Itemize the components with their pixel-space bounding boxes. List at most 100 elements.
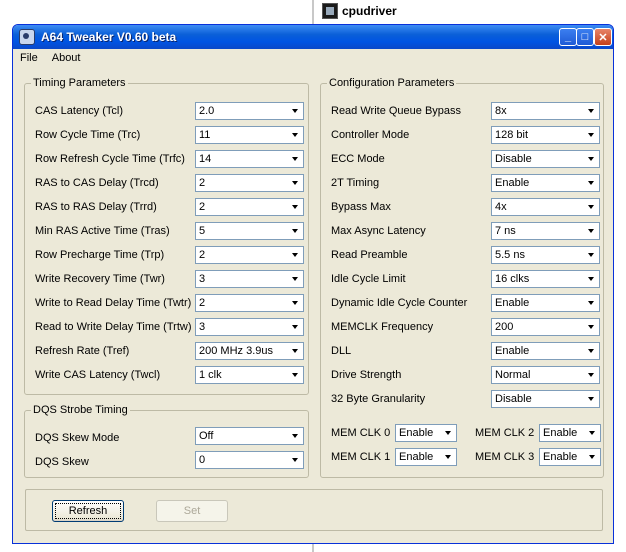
config-row-label: Read Preamble xyxy=(331,249,408,261)
timing-row-label: Row Cycle Time (Trc) xyxy=(35,129,141,141)
menu-file[interactable]: File xyxy=(13,52,45,64)
chevron-down-icon[interactable] xyxy=(584,320,598,334)
chevron-down-icon[interactable] xyxy=(584,344,598,358)
maximize-button[interactable]: □ xyxy=(576,28,594,46)
set-button[interactable]: Set xyxy=(156,500,228,522)
timing-select[interactable]: 3 xyxy=(195,270,304,288)
config-select[interactable]: 7 ns xyxy=(491,222,600,240)
timing-select[interactable]: 2 xyxy=(195,294,304,312)
config-select[interactable]: Disable xyxy=(491,390,600,408)
chevron-down-icon[interactable] xyxy=(584,152,598,166)
chevron-down-icon[interactable] xyxy=(288,429,302,443)
title-bar[interactable]: A64 Tweaker V0.60 beta _ □ ✕ xyxy=(13,25,613,49)
dqs-row-label: DQS Skew Mode xyxy=(35,432,120,444)
timing-row-label: Row Precharge Time (Trp) xyxy=(35,249,165,261)
config-row-label: Controller Mode xyxy=(331,129,410,141)
timing-row-label: Row Refresh Cycle Time (Trfc) xyxy=(35,153,185,165)
timing-select[interactable]: 200 MHz 3.9us xyxy=(195,342,304,360)
chevron-down-icon[interactable] xyxy=(288,344,302,358)
config-select[interactable]: 200 xyxy=(491,318,600,336)
chevron-down-icon[interactable] xyxy=(584,104,598,118)
config-row-label: Bypass Max xyxy=(331,201,391,213)
chevron-down-icon[interactable] xyxy=(584,176,598,190)
memclk-select[interactable]: Enable xyxy=(395,424,457,442)
chevron-down-icon[interactable] xyxy=(288,272,302,286)
config-select[interactable]: 4x xyxy=(491,198,600,216)
config-select[interactable]: Enable xyxy=(491,174,600,192)
chevron-down-icon[interactable] xyxy=(585,450,599,464)
timing-select[interactable]: 2 xyxy=(195,198,304,216)
memclk-select[interactable]: Enable xyxy=(395,448,457,466)
config-select[interactable]: 8x xyxy=(491,102,600,120)
memclk-label: MEM CLK 2 xyxy=(475,427,535,439)
config-select-value: 200 xyxy=(495,321,514,333)
config-select[interactable]: 16 clks xyxy=(491,270,600,288)
chevron-down-icon[interactable] xyxy=(288,248,302,262)
chevron-down-icon[interactable] xyxy=(584,224,598,238)
timing-select[interactable]: 3 xyxy=(195,318,304,336)
config-row-label: Dynamic Idle Cycle Counter xyxy=(331,297,468,309)
config-select[interactable]: Disable xyxy=(491,150,600,168)
chevron-down-icon[interactable] xyxy=(288,224,302,238)
app-icon[interactable] xyxy=(19,29,35,45)
memclk-select-value: Enable xyxy=(543,427,578,439)
config-select-value: 4x xyxy=(495,201,507,213)
timing-select-value: 1 clk xyxy=(199,369,222,381)
chevron-down-icon[interactable] xyxy=(585,426,599,440)
chevron-down-icon[interactable] xyxy=(288,176,302,190)
chevron-down-icon[interactable] xyxy=(584,272,598,286)
chevron-down-icon[interactable] xyxy=(584,128,598,142)
timing-select[interactable]: 1 clk xyxy=(195,366,304,384)
desktop-item-cpudriver[interactable]: cpudriver xyxy=(322,0,397,22)
timing-select-value: 2 xyxy=(199,201,206,213)
chevron-down-icon[interactable] xyxy=(584,200,598,214)
timing-select-value: 3 xyxy=(199,273,206,285)
config-select-value: 8x xyxy=(495,105,507,117)
chevron-down-icon[interactable] xyxy=(584,392,598,406)
dqs-select[interactable]: 0 xyxy=(195,451,304,469)
config-select-value: Normal xyxy=(495,369,531,381)
config-select[interactable]: Normal xyxy=(491,366,600,384)
timing-select[interactable]: 2 xyxy=(195,246,304,264)
chevron-down-icon[interactable] xyxy=(288,104,302,118)
timing-row-label: Write to Read Delay Time (Twtr) xyxy=(35,297,192,309)
timing-select[interactable]: 14 xyxy=(195,150,304,168)
chevron-down-icon[interactable] xyxy=(584,248,598,262)
chevron-down-icon[interactable] xyxy=(288,320,302,334)
timing-group: Timing Parameters CAS Latency (Tcl) 2.0 Ro… xyxy=(24,77,309,395)
chevron-down-icon[interactable] xyxy=(441,450,455,464)
memclk-label: MEM CLK 1 xyxy=(331,451,391,463)
memclk-select[interactable]: Enable xyxy=(539,424,601,442)
minimize-button[interactable]: _ xyxy=(559,28,577,46)
chevron-down-icon[interactable] xyxy=(288,453,302,467)
config-select[interactable]: 128 bit xyxy=(491,126,600,144)
dqs-select[interactable]: Off xyxy=(195,427,304,445)
config-row-label: MEMCLK Frequency xyxy=(331,321,434,333)
close-button[interactable]: ✕ xyxy=(594,28,612,46)
menu-about[interactable]: About xyxy=(45,52,88,64)
config-select[interactable]: Enable xyxy=(491,342,600,360)
chevron-down-icon[interactable] xyxy=(288,296,302,310)
dqs-select-value: 0 xyxy=(199,454,206,466)
chevron-down-icon[interactable] xyxy=(584,296,598,310)
chevron-down-icon[interactable] xyxy=(441,426,455,440)
chevron-down-icon[interactable] xyxy=(288,152,302,166)
chevron-down-icon[interactable] xyxy=(288,368,302,382)
refresh-button[interactable]: Refresh xyxy=(52,500,124,522)
memclk-select[interactable]: Enable xyxy=(539,448,601,466)
chevron-down-icon[interactable] xyxy=(288,200,302,214)
config-select-value: Disable xyxy=(495,393,532,405)
chevron-down-icon[interactable] xyxy=(288,128,302,142)
memclk-label: MEM CLK 0 xyxy=(331,427,391,439)
config-row-label: Max Async Latency xyxy=(331,225,426,237)
timing-select[interactable]: 2.0 xyxy=(195,102,304,120)
config-select-value: 128 bit xyxy=(495,129,529,141)
menu-bar: File About xyxy=(13,49,613,67)
chevron-down-icon[interactable] xyxy=(584,368,598,382)
timing-select[interactable]: 5 xyxy=(195,222,304,240)
dqs-group-title: DQS Strobe Timing xyxy=(31,404,130,416)
config-select[interactable]: Enable xyxy=(491,294,600,312)
config-select[interactable]: 5.5 ns xyxy=(491,246,600,264)
timing-select[interactable]: 2 xyxy=(195,174,304,192)
timing-select[interactable]: 11 xyxy=(195,126,304,144)
